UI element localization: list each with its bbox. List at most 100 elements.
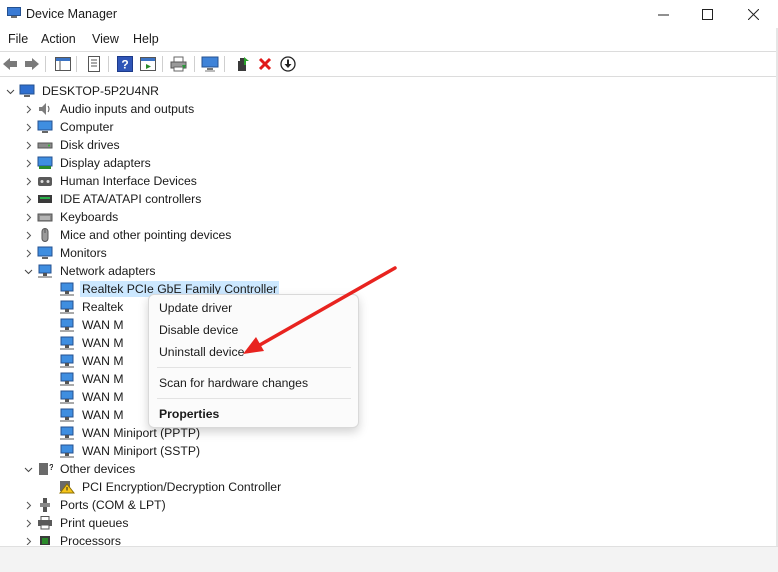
device-pci-encryption[interactable]: PCI Encryption/Decryption Controller: [56, 478, 283, 496]
category-label: Keyboards: [60, 210, 119, 224]
device-label: Realtek: [82, 300, 124, 314]
chevron-right-icon[interactable]: [22, 118, 34, 136]
device-wan-miniport[interactable]: WAN M: [56, 334, 126, 352]
device-label: WAN M: [82, 390, 124, 404]
network-adapter-icon: [60, 426, 74, 440]
device-tree: DESKTOP-5P2U4NR Audio inputs and outputs…: [0, 81, 776, 545]
device-wan-miniport[interactable]: WAN M: [56, 388, 126, 406]
tree-root-label: DESKTOP-5P2U4NR: [42, 84, 159, 98]
show-hide-console-tree-button[interactable]: [54, 55, 72, 73]
help-icon: ?: [117, 56, 133, 72]
menu-help[interactable]: Help: [131, 32, 161, 46]
context-scan-hardware[interactable]: Scan for hardware changes: [159, 376, 308, 390]
chevron-right-icon[interactable]: [22, 244, 34, 262]
tree-category-network[interactable]: Network adapters: [22, 262, 158, 280]
update-driver-button[interactable]: [233, 55, 251, 73]
hid-icon: [38, 177, 52, 186]
delete-x-icon: [258, 57, 272, 71]
tree-root[interactable]: DESKTOP-5P2U4NR: [4, 82, 161, 100]
tree-category-audio[interactable]: Audio inputs and outputs: [22, 100, 196, 118]
chevron-down-icon[interactable]: [22, 460, 34, 478]
device-realtek[interactable]: Realtek: [56, 298, 125, 316]
menu-divider: [0, 51, 776, 52]
maximize-button[interactable]: [684, 0, 730, 28]
status-bar: [0, 546, 778, 572]
device-wan-miniport[interactable]: WAN M: [56, 316, 126, 334]
toolbar-separator: [108, 56, 109, 72]
chevron-right-icon[interactable]: [22, 496, 34, 514]
speaker-icon: [39, 103, 50, 115]
tree-category-ports[interactable]: Ports (COM & LPT): [22, 496, 168, 514]
context-update-driver[interactable]: Update driver: [159, 301, 232, 315]
device-wan-miniport[interactable]: WAN M: [56, 370, 126, 388]
network-adapter-icon: [60, 372, 74, 386]
tree-category-display[interactable]: Display adapters: [22, 154, 153, 172]
menu-bar: File Action View Help: [0, 30, 778, 50]
chevron-right-icon[interactable]: [22, 226, 34, 244]
print-button[interactable]: [170, 55, 188, 73]
back-button[interactable]: [1, 55, 19, 73]
category-label: Other devices: [60, 462, 136, 476]
chevron-right-icon[interactable]: [22, 190, 34, 208]
chevron-right-icon[interactable]: [22, 208, 34, 226]
scan-hardware-button[interactable]: [201, 55, 219, 73]
chevron-down-icon[interactable]: [22, 262, 34, 280]
network-adapter-icon: [60, 408, 74, 422]
menu-action[interactable]: Action: [39, 32, 78, 46]
device-wan-miniport[interactable]: WAN M: [56, 352, 126, 370]
device-label: WAN M: [82, 408, 124, 422]
device-wan-miniport[interactable]: WAN M: [56, 406, 126, 424]
chevron-right-icon[interactable]: [22, 514, 34, 532]
minimize-button[interactable]: [640, 0, 686, 28]
download-circle-icon: [280, 56, 296, 72]
chevron-right-icon[interactable]: [22, 136, 34, 154]
close-icon: [747, 8, 759, 20]
tree-category-processors[interactable]: Processors: [22, 532, 123, 545]
svg-text:?: ?: [121, 58, 128, 72]
device-wan-miniport-sstp[interactable]: WAN Miniport (SSTP): [56, 442, 202, 460]
device-label: PCI Encryption/Decryption Controller: [82, 480, 282, 494]
tree-category-hid[interactable]: Human Interface Devices: [22, 172, 199, 190]
chevron-down-icon[interactable]: [4, 82, 16, 100]
maximize-icon: [701, 8, 713, 20]
tree-category-monitors[interactable]: Monitors: [22, 244, 109, 262]
close-button[interactable]: [730, 0, 776, 28]
action-pane-button[interactable]: [139, 55, 157, 73]
menu-file[interactable]: File: [6, 32, 30, 46]
context-separator: [157, 398, 351, 399]
tree-category-computer[interactable]: Computer: [22, 118, 116, 136]
context-properties[interactable]: Properties: [159, 407, 219, 421]
help-toolbar-button[interactable]: ?: [116, 55, 134, 73]
chevron-right-icon[interactable]: [22, 172, 34, 190]
menu-view[interactable]: View: [90, 32, 121, 46]
chevron-right-icon[interactable]: [22, 154, 34, 172]
toolbar-separator: [194, 56, 195, 72]
uninstall-toolbar-button[interactable]: [256, 55, 274, 73]
tree-category-disk[interactable]: Disk drives: [22, 136, 122, 154]
chevron-right-icon[interactable]: [22, 100, 34, 118]
chevron-right-icon[interactable]: [22, 532, 34, 545]
toolbar-separator: [45, 56, 46, 72]
device-label: WAN M: [82, 336, 124, 350]
monitor-scan-icon: [201, 56, 219, 72]
tree-category-ide[interactable]: IDE ATA/ATAPI controllers: [22, 190, 203, 208]
network-adapter-icon: [60, 282, 74, 296]
context-uninstall-device[interactable]: Uninstall device: [159, 345, 244, 359]
properties-toolbar-button[interactable]: [85, 55, 103, 73]
enable-device-button[interactable]: [279, 55, 297, 73]
context-disable-device[interactable]: Disable device: [159, 323, 238, 337]
category-label: Audio inputs and outputs: [60, 102, 195, 116]
tree-category-other-devices[interactable]: ? Other devices: [22, 460, 137, 478]
forward-button[interactable]: [23, 55, 41, 73]
disk-drive-icon: [37, 142, 53, 149]
printer-icon: [170, 56, 187, 72]
category-label: Disk drives: [60, 138, 120, 152]
port-icon: [40, 498, 50, 512]
tree-category-mice[interactable]: Mice and other pointing devices: [22, 226, 233, 244]
processor-icon: [40, 536, 50, 545]
tree-category-print-queues[interactable]: Print queues: [22, 514, 130, 532]
device-label: WAN M: [82, 354, 124, 368]
context-menu: Update driver Disable device Uninstall d…: [148, 294, 359, 428]
tree-category-keyboards[interactable]: Keyboards: [22, 208, 120, 226]
toolbar-divider: [0, 76, 776, 77]
